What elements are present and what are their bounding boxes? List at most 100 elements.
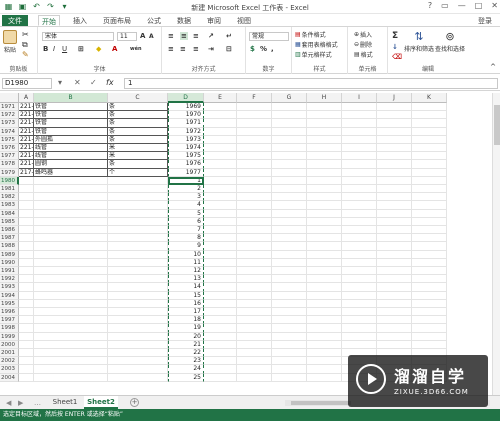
cell-d-2002[interactable]: 23 xyxy=(168,357,204,366)
cell-empty[interactable] xyxy=(272,250,307,259)
cell-b-1984[interactable] xyxy=(34,209,108,218)
cell-c-1994[interactable] xyxy=(108,291,168,300)
cell-empty[interactable] xyxy=(237,283,272,292)
column-header-j[interactable]: J xyxy=(377,93,412,103)
cell-empty[interactable] xyxy=(342,308,377,317)
cell-empty[interactable] xyxy=(307,135,342,144)
cell-empty[interactable] xyxy=(237,185,272,194)
cell-a-1991[interactable] xyxy=(19,267,34,276)
cell-empty[interactable] xyxy=(412,250,447,259)
cell-empty[interactable] xyxy=(204,135,237,144)
cell-empty[interactable] xyxy=(307,193,342,202)
cell-d-1991[interactable]: 12 xyxy=(168,267,204,276)
cell-d-1990[interactable]: 11 xyxy=(168,258,204,267)
cell-empty[interactable] xyxy=(204,152,237,161)
cell-a-1984[interactable] xyxy=(19,209,34,218)
cell-empty[interactable] xyxy=(237,193,272,202)
cell-empty[interactable] xyxy=(237,160,272,169)
cell-a-1996[interactable] xyxy=(19,308,34,317)
name-box-dropdown-icon[interactable]: ▾ xyxy=(58,78,62,87)
row-header[interactable]: 1984 xyxy=(0,209,19,218)
cell-empty[interactable] xyxy=(272,357,307,366)
cell-a-1997[interactable] xyxy=(19,316,34,325)
sheet-tab-sheet1[interactable]: Sheet1 xyxy=(48,396,82,409)
cell-d-1997[interactable]: 18 xyxy=(168,316,204,325)
cell-d-2001[interactable]: 22 xyxy=(168,349,204,358)
cell-empty[interactable] xyxy=(307,308,342,317)
comma-button[interactable]: , xyxy=(271,45,274,53)
cell-empty[interactable] xyxy=(204,103,237,112)
cell-empty[interactable] xyxy=(377,340,412,349)
cell-empty[interactable] xyxy=(272,119,307,128)
cell-a-1994[interactable] xyxy=(19,291,34,300)
align-bottom-icon[interactable]: ≡ xyxy=(193,32,199,40)
cell-c-1981[interactable] xyxy=(108,185,168,194)
cell-d-1998[interactable]: 19 xyxy=(168,324,204,333)
cell-empty[interactable] xyxy=(342,127,377,136)
cell-empty[interactable] xyxy=(307,242,342,251)
minimize-icon[interactable]: — xyxy=(458,1,466,10)
cell-b-1989[interactable] xyxy=(34,250,108,259)
cell-empty[interactable] xyxy=(377,332,412,341)
cell-b-1996[interactable] xyxy=(34,308,108,317)
cell-empty[interactable] xyxy=(342,267,377,276)
cell-empty[interactable] xyxy=(237,209,272,218)
cell-empty[interactable] xyxy=(307,201,342,210)
cell-empty[interactable] xyxy=(377,135,412,144)
cell-empty[interactable] xyxy=(272,242,307,251)
column-header-i[interactable]: I xyxy=(342,93,377,103)
cell-empty[interactable] xyxy=(377,299,412,308)
cell-b-1995[interactable] xyxy=(34,299,108,308)
cell-c-2003[interactable] xyxy=(108,365,168,374)
cell-empty[interactable] xyxy=(412,111,447,120)
cell-c-2002[interactable] xyxy=(108,357,168,366)
tab-page-layout[interactable]: 页面布局 xyxy=(100,15,134,26)
cell-b-1974[interactable]: 铁管 xyxy=(34,127,108,136)
cell-empty[interactable] xyxy=(342,258,377,267)
cell-empty[interactable] xyxy=(307,168,342,177)
cell-a-1977[interactable]: 221-4 xyxy=(19,152,34,161)
cell-empty[interactable] xyxy=(307,267,342,276)
cell-empty[interactable] xyxy=(272,111,307,120)
cell-empty[interactable] xyxy=(377,119,412,128)
cell-empty[interactable] xyxy=(412,152,447,161)
cell-empty[interactable] xyxy=(377,185,412,194)
row-header[interactable]: 1991 xyxy=(0,267,19,276)
cell-empty[interactable] xyxy=(272,283,307,292)
cell-empty[interactable] xyxy=(412,291,447,300)
cell-d-2004[interactable]: 25 xyxy=(168,373,204,382)
sheet-tab-sheet2[interactable]: Sheet2 xyxy=(84,396,118,409)
cell-empty[interactable] xyxy=(342,135,377,144)
cell-d-1975[interactable]: 1973 xyxy=(168,135,204,144)
cell-d-1985[interactable]: 6 xyxy=(168,217,204,226)
cell-c-1986[interactable] xyxy=(108,226,168,235)
cell-b-1973[interactable]: 铁管 xyxy=(34,119,108,128)
vertical-scroll-thumb[interactable] xyxy=(494,105,500,145)
row-header[interactable]: 1999 xyxy=(0,332,19,341)
cell-empty[interactable] xyxy=(237,340,272,349)
cell-c-1996[interactable] xyxy=(108,308,168,317)
cell-empty[interactable] xyxy=(204,226,237,235)
cell-a-2004[interactable] xyxy=(19,373,34,382)
cell-c-1999[interactable] xyxy=(108,332,168,341)
tab-view[interactable]: 视图 xyxy=(234,15,254,26)
cell-d-1978[interactable]: 1976 xyxy=(168,160,204,169)
cell-empty[interactable] xyxy=(342,332,377,341)
cell-a-1989[interactable] xyxy=(19,250,34,259)
cell-c-1983[interactable] xyxy=(108,201,168,210)
cell-empty[interactable] xyxy=(237,135,272,144)
cell-b-1983[interactable] xyxy=(34,201,108,210)
row-header[interactable]: 1981 xyxy=(0,185,19,194)
cell-empty[interactable] xyxy=(307,209,342,218)
cell-a-1973[interactable]: 221-2 xyxy=(19,119,34,128)
cell-c-1990[interactable] xyxy=(108,258,168,267)
orientation-icon[interactable]: ↗ xyxy=(208,32,214,40)
cell-c-1989[interactable] xyxy=(108,250,168,259)
cell-empty[interactable] xyxy=(272,176,307,185)
cell-empty[interactable] xyxy=(237,176,272,185)
cell-empty[interactable] xyxy=(272,193,307,202)
cell-empty[interactable] xyxy=(307,365,342,374)
cell-empty[interactable] xyxy=(342,144,377,153)
format-painter-icon[interactable]: ✎ xyxy=(22,50,29,59)
cell-empty[interactable] xyxy=(307,291,342,300)
